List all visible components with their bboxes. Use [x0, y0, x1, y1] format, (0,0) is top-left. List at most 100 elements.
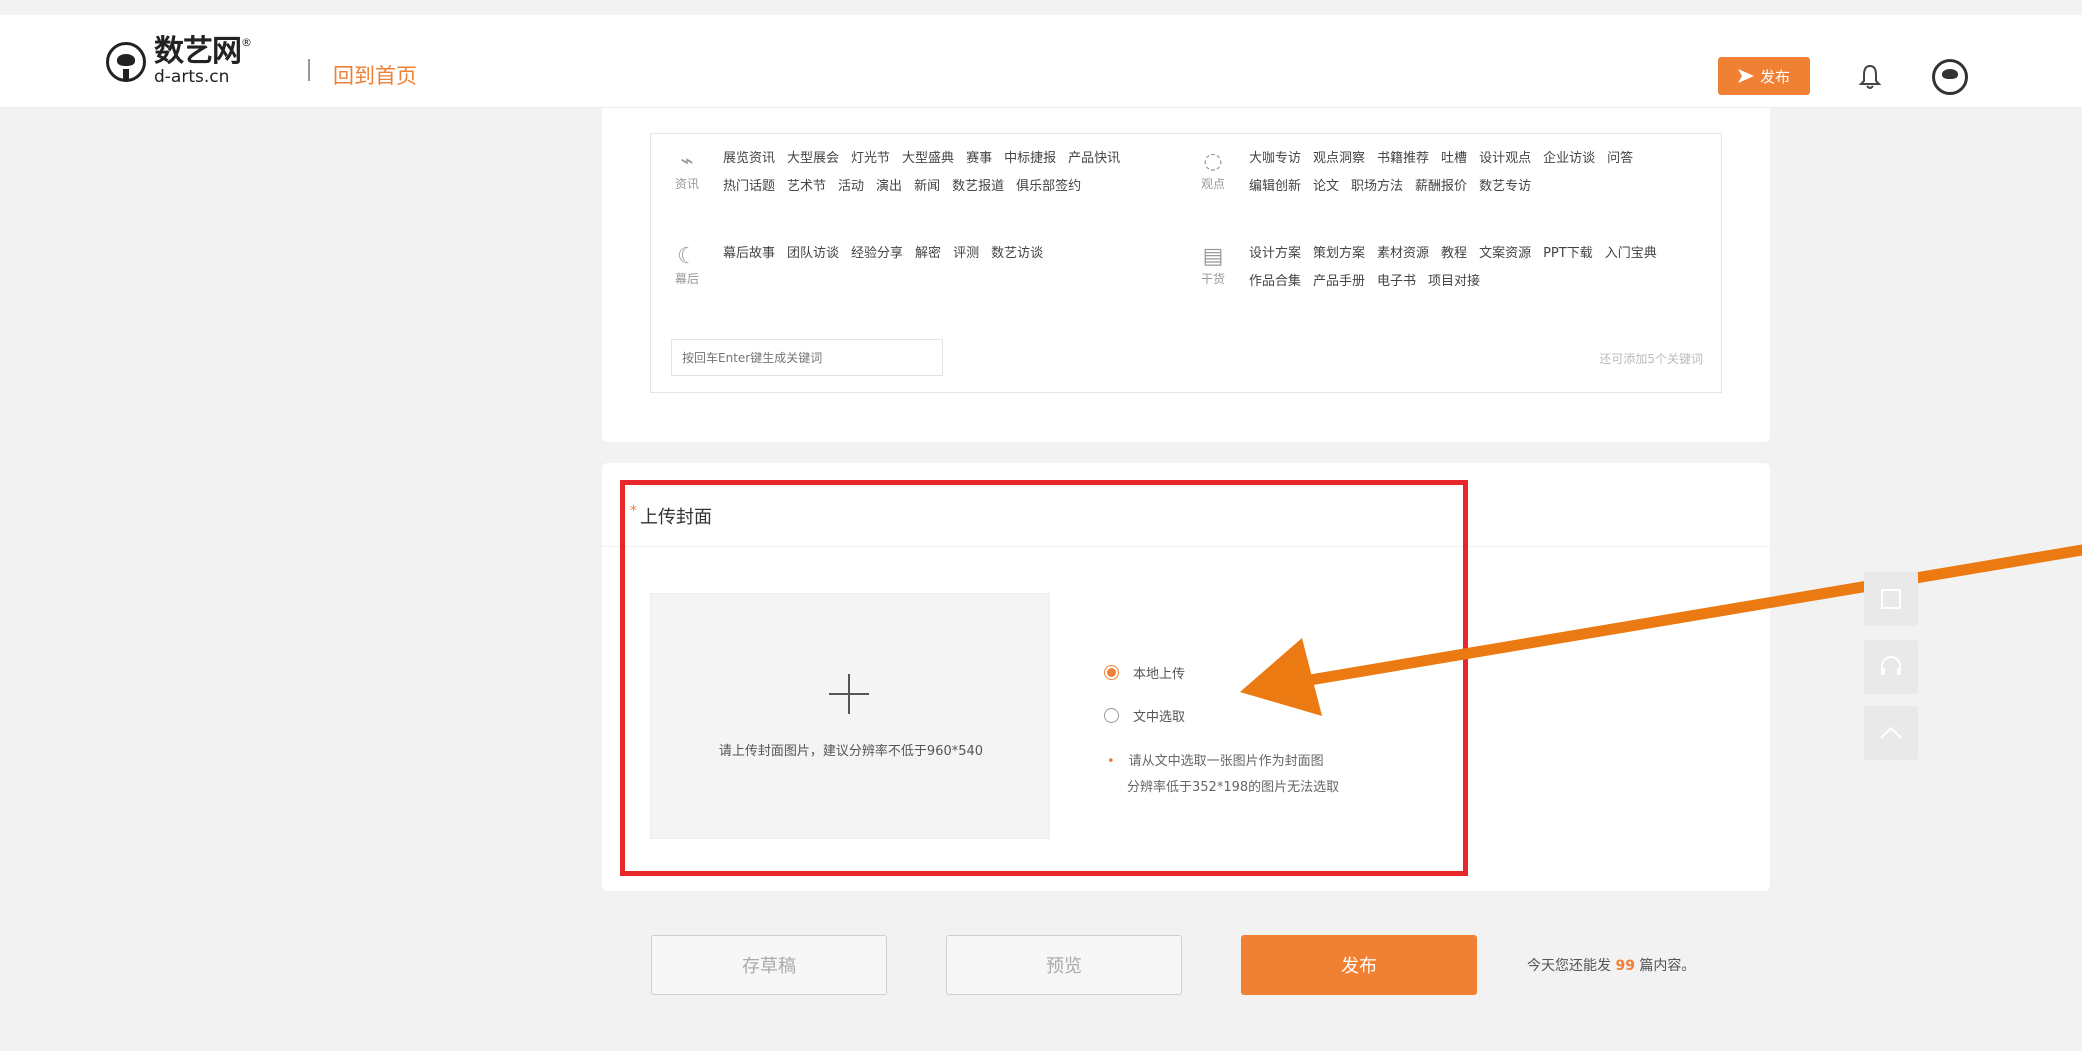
send-arrow-icon [1737, 69, 1754, 83]
required-mark: * [630, 503, 637, 519]
side-support-button[interactable] [1864, 640, 1918, 694]
keyword-tag[interactable]: 艺术节 [787, 177, 826, 197]
nav-divider [308, 59, 310, 81]
radio-label: 本地上传 [1133, 667, 1186, 682]
keyword-tag[interactable]: 教程 [1441, 244, 1467, 264]
cover-upload-area[interactable]: 请上传封面图片，建议分辨率不低于960*540 [650, 593, 1050, 839]
cover-title-text: 上传封面 [640, 507, 712, 528]
preview-button[interactable]: 预览 [946, 935, 1182, 995]
keyword-tag[interactable]: 策划方案 [1313, 244, 1365, 264]
keyword-tag[interactable]: 设计方案 [1249, 244, 1301, 264]
moon-icon: ☾ [677, 244, 697, 269]
keyword-group-label: 干货 [1200, 272, 1225, 286]
keyword-group-resources: ▤ 干货 设计方案 策划方案 素材资源 教程 文案资源 PPT下载 入门宝典作品合集 产品手册电… [1191, 244, 1659, 292]
keywords-card: ⌁ 资讯 展览资讯 大型展会 灯光节 大型盛典 赛事 中标捷报 产品快讯 热门话题 艺术节 活动 演出… [602, 108, 1770, 442]
keyword-tag[interactable]: 数艺报道 [952, 177, 1004, 197]
keyword-tag[interactable]: 大型盛典 [902, 149, 954, 169]
keyword-tag[interactable]: 书籍推荐 [1377, 149, 1429, 169]
keyword-tag[interactable]: 论文 [1313, 177, 1339, 197]
keyword-group-label: 观点 [1200, 177, 1225, 191]
keyword-tag[interactable]: 企业访谈 [1543, 149, 1595, 169]
keyword-tag[interactable]: 薪酬报价 [1415, 177, 1467, 197]
keyword-tag[interactable]: 文案资源 [1479, 244, 1531, 264]
keyword-remaining-hint: 还可添加5个关键词 [1599, 352, 1703, 366]
edit-icon [1881, 589, 1901, 609]
keyword-tag[interactable]: 设计观点 [1479, 149, 1531, 169]
submit-publish-button[interactable]: 发布 [1241, 935, 1477, 995]
cover-note-line-2: 分辨率低于352*198的图片无法选取 [1127, 780, 1340, 795]
publish-quota-text: 今天您还能发 99 篇内容。 [1527, 955, 1695, 975]
side-edit-button[interactable] [1864, 572, 1918, 626]
keyword-tag[interactable]: 活动 [838, 177, 864, 197]
keyword-group-views: ◌ 观点 大咖专访 观点洞察 书籍推荐 吐槽 设计观点 企业访谈 问答编辑创新 论文 职场方法 薪酬… [1191, 149, 1659, 197]
keyword-tag[interactable]: 观点洞察 [1313, 149, 1365, 169]
keyword-tag[interactable]: 职场方法 [1351, 177, 1403, 197]
cover-upload-hint: 请上传封面图片，建议分辨率不低于960*540 [718, 744, 984, 759]
cover-section-title: * 上传封面 [630, 503, 712, 529]
keyword-tag[interactable]: PPT下载 [1543, 244, 1593, 264]
keyword-tag[interactable]: 幕后故事 [723, 244, 775, 287]
plus-icon [829, 674, 869, 714]
user-avatar[interactable] [1932, 59, 1968, 95]
keyword-tag[interactable]: 团队访谈 [787, 244, 839, 287]
keyword-tag[interactable]: 经验分享 [851, 244, 903, 287]
keyword-tag[interactable]: 中标捷报 [1004, 149, 1056, 169]
keyword-tag[interactable]: 解密 [915, 244, 941, 287]
keyword-group-news: ⌁ 资讯 展览资讯 大型展会 灯光节 大型盛典 赛事 中标捷报 产品快讯 热门话题 艺术节 活动 演出… [665, 149, 1133, 197]
back-to-home-link[interactable]: 回到首页 [333, 60, 417, 90]
cover-note-line-1: • 请从文中选取一张图片作为封面图 [1107, 750, 1324, 769]
bell-icon[interactable] [1858, 63, 1882, 91]
keyword-tag[interactable]: 新闻 [914, 177, 940, 197]
keyword-tag[interactable]: 展览资讯 [723, 149, 775, 169]
headset-icon [1881, 656, 1901, 675]
note-bullet: • [1107, 754, 1115, 769]
quota-prefix: 今天您还能发 [1527, 958, 1611, 974]
download-doc-icon: ▤ [1202, 244, 1224, 269]
keyword-tag[interactable]: 评测 [953, 244, 979, 287]
keyword-tag[interactable]: 吐槽 [1441, 149, 1467, 169]
radio-label: 文中选取 [1133, 710, 1186, 725]
keyword-group-behind-scenes: ☾ 幕后 幕后故事 团队访谈 经验分享 解密 评测 数艺访谈 [665, 244, 1133, 287]
logo-chinese-text: 数艺网 [154, 34, 242, 69]
quota-suffix: 篇内容。 [1639, 958, 1696, 974]
site-logo[interactable]: 数艺网® d-arts.cn [106, 37, 252, 86]
keyword-group-label: 幕后 [674, 272, 699, 286]
keyword-tag[interactable]: 编辑创新 [1249, 177, 1301, 197]
keyword-tag[interactable]: 产品手册 [1313, 272, 1365, 292]
quota-count: 99 [1615, 958, 1635, 974]
save-draft-button[interactable]: 存草稿 [651, 935, 887, 995]
keyword-tag[interactable]: 赛事 [966, 149, 992, 169]
publish-top-button[interactable]: 发布 [1718, 57, 1810, 95]
note-text: 请从文中选取一张图片作为封面图 [1128, 754, 1324, 769]
keyword-tag-panel: ⌁ 资讯 展览资讯 大型展会 灯光节 大型盛典 赛事 中标捷报 产品快讯 热门话题 艺术节 活动 演出… [650, 133, 1722, 393]
keyword-tag[interactable]: 灯光节 [851, 149, 890, 169]
logo-registered-mark: ® [241, 36, 252, 49]
keyword-tag[interactable]: 俱乐部签约 [1016, 177, 1081, 197]
rss-icon: ⌁ [680, 149, 694, 174]
keyword-tag[interactable]: 热门话题 [723, 177, 775, 197]
logo-domain-text: d-arts.cn [154, 67, 230, 87]
keyword-tag[interactable]: 素材资源 [1377, 244, 1429, 264]
keyword-tag[interactable]: 作品合集 [1249, 272, 1301, 292]
keyword-tag[interactable]: 入门宝典 [1605, 244, 1657, 264]
keyword-tag[interactable]: 大咖专访 [1249, 149, 1301, 169]
keyword-tag[interactable]: 电子书 [1377, 272, 1416, 292]
publish-top-label: 发布 [1759, 67, 1790, 86]
keyword-tag[interactable]: 大型展会 [787, 149, 839, 169]
radio-checked-icon [1104, 665, 1119, 680]
keyword-tag[interactable]: 项目对接 [1428, 272, 1480, 292]
location-icon: ◌ [1203, 149, 1223, 174]
back-to-top-button[interactable] [1864, 706, 1918, 760]
keyword-tag[interactable]: 数艺专访 [1479, 177, 1531, 197]
radio-select-from-article[interactable]: 文中选取 [1104, 706, 1185, 725]
logo-mascot-icon [106, 41, 146, 82]
keyword-tag[interactable]: 问答 [1607, 149, 1633, 169]
keyword-input[interactable] [671, 339, 943, 376]
radio-unchecked-icon [1104, 708, 1119, 723]
chevron-up-icon [1880, 726, 1902, 739]
keyword-tag[interactable]: 演出 [876, 177, 902, 197]
keyword-tag[interactable]: 数艺访谈 [991, 244, 1043, 287]
top-bar: 数艺网® d-arts.cn 回到首页 发布 [0, 15, 2082, 108]
radio-local-upload[interactable]: 本地上传 [1104, 663, 1185, 682]
keyword-tag[interactable]: 产品快讯 [1068, 149, 1120, 169]
